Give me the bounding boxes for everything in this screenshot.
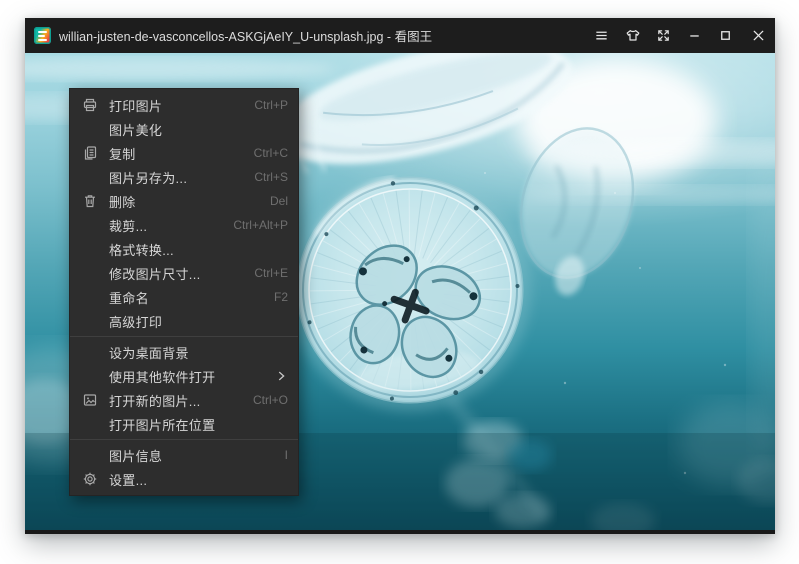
menu-item-label: 使用其他软件打开 (109, 367, 266, 386)
printer-icon (82, 97, 109, 113)
fullscreen-icon[interactable] (648, 18, 679, 53)
menu-item-label: 重命名 (109, 288, 266, 307)
menu-separator (70, 439, 298, 440)
menu-item-advanced-print[interactable]: 高级打印 (70, 309, 298, 333)
trash-icon (82, 193, 109, 209)
menu-item-label: 设置... (109, 470, 288, 489)
maximize-icon[interactable] (710, 18, 741, 53)
menu-item-label: 复制 (109, 144, 246, 163)
context-menu: 打印图片 Ctrl+P 图片美化复制 Ctrl+C 图片另存为... Ctrl+S 删除 De… (69, 88, 299, 496)
chevron-right-icon (274, 369, 288, 383)
menu-item-label: 图片信息 (109, 446, 277, 465)
menu-item-shortcut: Ctrl+C (254, 146, 288, 160)
menu-item-shortcut: Ctrl+O (253, 393, 288, 407)
image-icon (82, 392, 109, 408)
menu-item-label: 设为桌面背景 (109, 343, 288, 362)
menu-item-shortcut: I (285, 448, 288, 462)
titlebar[interactable]: willian-justen-de-vasconcellos-ASKGjAeIY… (25, 18, 775, 53)
menu-item-set-as-wallpaper[interactable]: 设为桌面背景 (70, 340, 298, 364)
menu-item-rename[interactable]: 重命名 F2 (70, 285, 298, 309)
tshirt-skin-icon[interactable] (617, 18, 648, 53)
menu-item-label: 删除 (109, 192, 262, 211)
menu-item-label: 格式转换... (109, 240, 288, 259)
menu-item-save-image-as[interactable]: 图片另存为... Ctrl+S (70, 165, 298, 189)
menu-item-label: 图片另存为... (109, 168, 246, 187)
menu-item-label: 打开图片所在位置 (109, 415, 288, 434)
menu-item-settings[interactable]: 设置... (70, 467, 298, 491)
menu-item-delete[interactable]: 删除 Del (70, 189, 298, 213)
menu-item-shortcut: Ctrl+P (254, 98, 288, 112)
menu-item-label: 高级打印 (109, 312, 288, 331)
menu-item-shortcut: Del (270, 194, 288, 208)
menu-item-label: 图片美化 (109, 120, 288, 139)
hamburger-menu-icon[interactable] (586, 18, 617, 53)
gear-icon (82, 471, 109, 487)
menu-item-open-file-location[interactable]: 打开图片所在位置 (70, 412, 298, 436)
menu-item-shortcut: Ctrl+S (254, 170, 288, 184)
close-icon[interactable] (741, 18, 775, 53)
menu-item-label: 修改图片尺寸... (109, 264, 246, 283)
menu-item-shortcut: Ctrl+Alt+P (233, 218, 288, 232)
window-title: willian-justen-de-vasconcellos-ASKGjAeIY… (59, 26, 432, 45)
menu-item-resize-image[interactable]: 修改图片尺寸... Ctrl+E (70, 261, 298, 285)
app-logo-icon (34, 27, 51, 44)
menu-item-open-with-other-app[interactable]: 使用其他软件打开 (70, 364, 298, 388)
copy-icon (82, 145, 109, 161)
menu-item-print-image[interactable]: 打印图片 Ctrl+P (70, 93, 298, 117)
menu-item-beautify-image[interactable]: 图片美化 (70, 117, 298, 141)
menu-separator (70, 336, 298, 337)
menu-item-image-info[interactable]: 图片信息 I (70, 443, 298, 467)
menu-item-label: 裁剪... (109, 216, 225, 235)
menu-item-shortcut: Ctrl+E (254, 266, 288, 280)
menu-item-label: 打开新的图片... (109, 391, 245, 410)
menu-item-copy[interactable]: 复制 Ctrl+C (70, 141, 298, 165)
menu-item-open-new-image[interactable]: 打开新的图片... Ctrl+O (70, 388, 298, 412)
menu-item-shortcut: F2 (274, 290, 288, 304)
menu-item-format-convert[interactable]: 格式转换... (70, 237, 298, 261)
menu-item-crop[interactable]: 裁剪... Ctrl+Alt+P (70, 213, 298, 237)
menu-item-label: 打印图片 (109, 96, 246, 115)
minimize-icon[interactable] (679, 18, 710, 53)
